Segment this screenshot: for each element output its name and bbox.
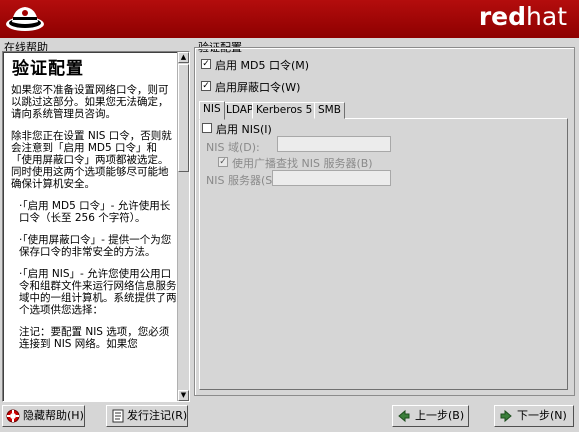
back-button[interactable]: 上一步(B) [392,405,469,427]
md5-label[interactable]: 启用 MD5 口令(M) [215,57,309,73]
arrow-right-icon [500,409,512,423]
tab-kerberos[interactable]: Kerberos 5 [252,102,317,119]
help-paragraph: ·「使用屏蔽口令」- 提供一个为您保存口令的非常安全的方法。 [19,234,172,258]
scroll-down-button[interactable]: ▼ [178,390,189,401]
nis-server-label: NIS 服务器(S) [206,174,277,187]
arrow-left-icon [398,409,410,423]
nis-domain-label: NIS 域(D): [206,141,260,154]
help-paragraph: ·「启用 MD5 口令」- 允许使用长口令（长至 256 个字符）。 [19,200,171,224]
help-paragraph: 注记：要配置 NIS 选项，您必须连接到 NIS 网络。如果您 [19,326,170,350]
nis-server-input[interactable] [272,170,391,186]
lifebuoy-icon [6,409,20,423]
help-panel: 验证配置 如果您不准备设置网络口令，则可以跳过这部分。如果您无法确定，请向系统管… [2,51,190,402]
help-scrollbar[interactable]: ▲ ▼ [177,52,189,401]
shadow-label[interactable]: 启用屏蔽口令(W) [215,79,300,95]
help-text: 验证配置 如果您不准备设置网络口令，则可以跳过这部分。如果您无法确定，请向系统管… [7,55,177,399]
md5-checkbox[interactable]: ✓ [201,59,211,69]
next-label: 下一步(N) [517,409,567,422]
enable-nis-label[interactable]: 启用 NIS(I) [216,121,272,137]
broadcast-label[interactable]: 使用广播查找 NIS 服务器(B) [232,155,373,171]
shadow-checkbox[interactable]: ✓ [201,81,211,91]
header-banner: redhat [0,0,579,38]
brand-wordmark: redhat [478,2,567,31]
scroll-thumb[interactable] [178,64,189,172]
help-paragraph: 除非您正在设置 NIS 口令，否则就会注意到「启用 MD5 口令」和「使用屏蔽口… [11,130,172,190]
release-notes-label: 发行注记(R) [127,409,188,422]
help-title: 验证配置 [12,59,84,79]
release-notes-button[interactable]: 发行注记(R) [106,405,188,427]
hide-help-button[interactable]: 隐藏帮助(H) [2,405,85,427]
scroll-up-button[interactable]: ▲ [178,52,189,63]
redhat-shadowman-icon [6,7,44,31]
broadcast-checkbox[interactable]: ✓ [218,157,228,167]
enable-nis-checkbox[interactable] [202,123,212,133]
tab-nis[interactable]: NIS [199,101,225,120]
document-icon [112,409,124,423]
nis-domain-input[interactable] [277,136,391,152]
tab-smb[interactable]: SMB [314,102,345,119]
next-button[interactable]: 下一步(N) [494,405,574,427]
help-paragraph: 如果您不准备设置网络口令，则可以跳过这部分。如果您无法确定，请向系统管理员咨询。 [11,84,169,120]
back-label: 上一步(B) [415,409,465,422]
help-paragraph: ·「启用 NIS」- 允许您使用公用口令和组群文件来运行网络信息服务域中的一组计… [19,268,177,316]
hide-help-label: 隐藏帮助(H) [23,409,84,422]
